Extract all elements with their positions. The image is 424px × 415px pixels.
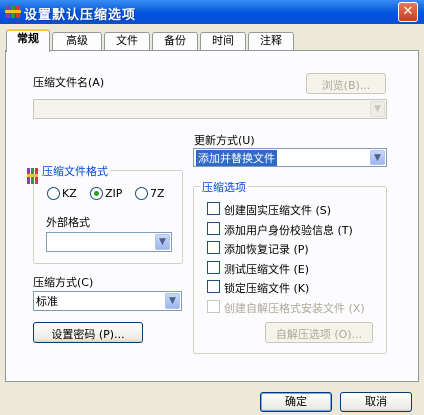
chevron-down-icon[interactable]: ▼ [370,150,385,165]
format-radio-zip[interactable] [90,187,103,200]
external-format-label: 外部格式 [46,216,90,229]
archive-name-combo[interactable]: ▼ [33,99,387,119]
sfx-archive-label: 创建自解压格式安装文件 (X) [224,302,365,315]
close-icon: ✕ [402,4,414,19]
tab-comment[interactable]: 注释 [248,32,294,50]
ok-button[interactable]: 确定 [260,392,332,412]
lock-archive-checkbox[interactable] [207,280,220,293]
tab-label: 备份 [164,34,186,47]
update-mode-value: 添加并替换文件 [196,150,277,166]
tab-label: 注释 [260,34,282,47]
recovery-record-label: 添加恢复记录 (P) [224,243,309,256]
format-kz-label: KZ [62,187,77,200]
format-7z-label: 7Z [150,187,165,200]
update-mode-select[interactable]: 添加并替换文件 ▼ [193,148,387,167]
authenticity-checkbox[interactable] [207,222,220,235]
format-radio-kz[interactable] [47,187,60,200]
dialog-window: 设置默认压缩选项 ✕ 常规 高级 文件 备份 时间 注释 压缩文件名(A) 浏览… [0,0,424,415]
solid-archive-checkbox[interactable] [207,202,220,215]
compression-method-label: 压缩方式(C) [33,276,94,289]
tab-time[interactable]: 时间 [200,32,246,50]
tab-files[interactable]: 文件 [104,32,150,50]
archive-format-icon [27,168,38,184]
title-bar[interactable]: 设置默认压缩选项 ✕ [0,0,424,24]
archive-format-title: 压缩文件格式 [40,163,110,179]
close-button[interactable]: ✕ [398,2,418,22]
external-format-select[interactable]: ▼ [46,232,172,252]
browse-button[interactable]: 浏览(B)... [306,73,386,94]
tab-label: 常规 [17,32,39,45]
compression-method-select[interactable]: 标准 ▼ [33,291,182,311]
tab-label: 高级 [66,34,88,47]
window-title: 设置默认压缩选项 [24,8,137,23]
authenticity-label: 添加用户身份校验信息 (T) [224,224,353,237]
tab-backup[interactable]: 备份 [152,32,198,50]
lock-archive-label: 锁定压缩文件 (K) [224,282,310,295]
chevron-down-icon[interactable]: ▼ [165,293,180,309]
tab-label: 时间 [212,34,234,47]
chevron-down-icon[interactable]: ▼ [370,101,385,117]
sfx-options-button[interactable]: 自解压选项 (O)... [265,322,373,343]
test-archive-label: 测试压缩文件 (E) [224,263,310,276]
winrar-app-icon [5,6,21,18]
archive-name-label: 压缩文件名(A) [33,76,105,89]
format-radio-7z[interactable] [135,187,148,200]
format-zip-label: ZIP [105,187,123,200]
tab-advanced[interactable]: 高级 [52,32,102,50]
chevron-down-icon[interactable]: ▼ [155,234,170,250]
tab-general[interactable]: 常规 [6,29,50,52]
set-password-button[interactable]: 设置密码 (P)... [33,322,143,343]
test-archive-checkbox[interactable] [207,261,220,274]
sfx-archive-checkbox[interactable] [207,300,220,313]
tab-label: 文件 [116,34,138,47]
solid-archive-label: 创建固实压缩文件 (S) [224,204,332,217]
update-mode-label: 更新方式(U) [194,134,255,147]
compression-method-value: 标准 [36,295,58,308]
compression-options-title: 压缩选项 [200,179,248,195]
cancel-button[interactable]: 取消 [340,392,412,412]
recovery-record-checkbox[interactable] [207,241,220,254]
